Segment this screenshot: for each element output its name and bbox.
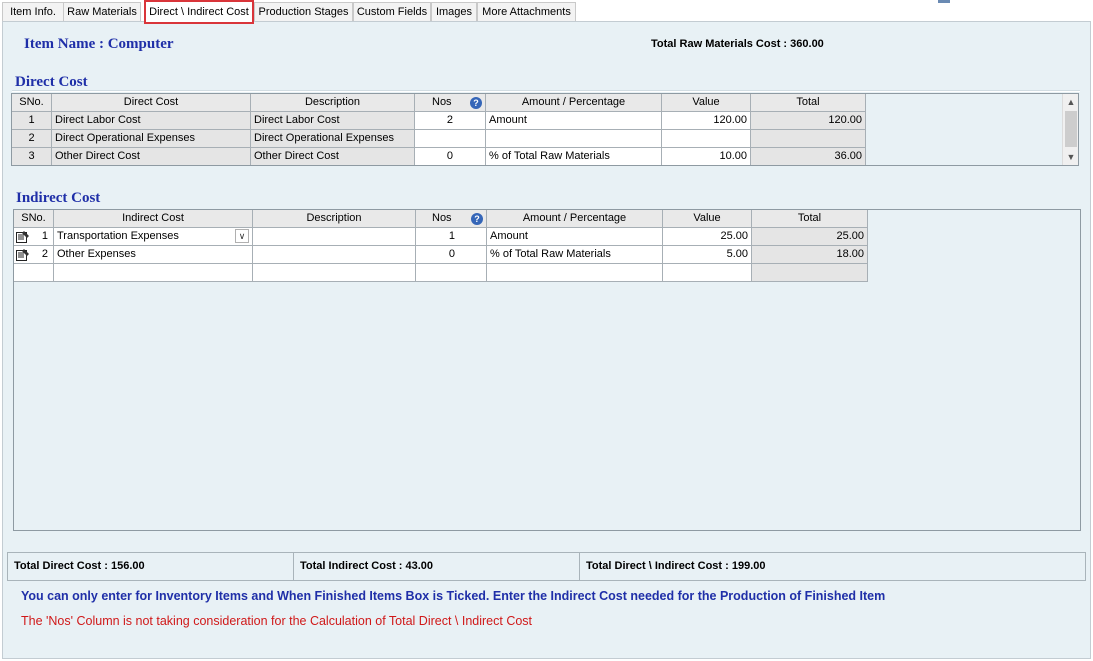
indirect-row-1-total: 25.00 (752, 228, 868, 246)
direct-row-1-value[interactable]: 120.00 (662, 112, 751, 130)
total-indirect-cost: Total Indirect Cost : 43.00 (294, 553, 580, 580)
direct-row-3-value[interactable]: 10.00 (662, 148, 751, 165)
info-note: You can only enter for Inventory Items a… (21, 589, 886, 603)
direct-row-2-value[interactable] (662, 130, 751, 148)
total-raw-materials-cost: Total Raw Materials Cost : 360.00 (651, 38, 824, 50)
chevron-down-icon[interactable]: ∨ (235, 229, 249, 243)
indirect-header-description: Description (253, 210, 416, 228)
direct-header-total: Total (751, 94, 866, 112)
tab-direct-indirect-cost[interactable]: Direct \ Indirect Cost (144, 0, 254, 24)
direct-row-3-cost: Other Direct Cost (52, 148, 251, 165)
edit-row-icon[interactable] (16, 249, 30, 261)
indirect-cost-grid: SNo. Indirect Cost Description Nos ? Amo… (13, 209, 1081, 531)
indirect-row-1-sno-cell[interactable]: 1 (14, 228, 54, 246)
indirect-row-1-cost[interactable]: Transportation Expenses ∨ (54, 228, 253, 246)
direct-row-3-amount-type[interactable]: % of Total Raw Materials (486, 148, 662, 165)
direct-cost-separator (12, 90, 1080, 92)
help-icon[interactable]: ? (470, 97, 482, 109)
indirect-row-2-sno: 2 (41, 248, 48, 260)
direct-header-value: Value (662, 94, 751, 112)
indirect-row-1-nos[interactable]: 1 (416, 228, 487, 246)
direct-header-amount: Amount / Percentage (486, 94, 662, 112)
tab-raw-materials[interactable]: Raw Materials (63, 2, 141, 21)
indirect-row-1-description[interactable] (253, 228, 416, 246)
direct-cost-grid: SNo. Direct Cost Description Nos ? Amoun… (11, 93, 1079, 166)
indirect-new-row-total (752, 264, 868, 282)
direct-cost-title: Direct Cost (15, 74, 88, 90)
indirect-header-value: Value (663, 210, 752, 228)
direct-row-3-sno: 3 (12, 148, 52, 165)
indirect-row-1-value[interactable]: 25.00 (663, 228, 752, 246)
direct-row-2-nos[interactable] (415, 130, 486, 148)
direct-grid-scrollbar[interactable]: ▲ ▼ (1062, 94, 1078, 165)
direct-row-1-total: 120.00 (751, 112, 866, 130)
direct-row-1-amount-type[interactable]: Amount (486, 112, 662, 130)
scroll-down-icon[interactable]: ▼ (1063, 150, 1078, 164)
indirect-new-row-nos[interactable] (416, 264, 487, 282)
help-icon[interactable]: ? (471, 213, 483, 225)
tab-more-attachments[interactable]: More Attachments (477, 2, 576, 21)
direct-row-2-amount-type[interactable] (486, 130, 662, 148)
indirect-new-row-value[interactable] (663, 264, 752, 282)
indirect-row-2-cost[interactable]: Other Expenses (54, 246, 253, 264)
indirect-header-sno: SNo. (14, 210, 54, 228)
total-direct-cost: Total Direct Cost : 156.00 (8, 553, 294, 580)
direct-header-sno: SNo. (12, 94, 52, 112)
indirect-header-total: Total (752, 210, 868, 228)
indirect-header-cost: Indirect Cost (54, 210, 253, 228)
item-name: Item Name : Computer (24, 36, 174, 52)
direct-header-description: Description (251, 94, 415, 112)
direct-row-1-sno: 1 (12, 112, 52, 130)
indirect-row-2-amount-type[interactable]: % of Total Raw Materials (487, 246, 663, 264)
indirect-new-row-cost[interactable] (54, 264, 253, 282)
direct-row-2-total (751, 130, 866, 148)
direct-row-1-cost: Direct Labor Cost (52, 112, 251, 130)
tab-bar: Item Info. Raw Materials Direct \ Indire… (0, 0, 1093, 24)
direct-row-3-description: Other Direct Cost (251, 148, 415, 165)
tab-production-stages[interactable]: Production Stages (254, 2, 353, 21)
direct-row-3-total: 36.00 (751, 148, 866, 165)
scroll-thumb[interactable] (1065, 111, 1077, 147)
warning-note: The 'Nos' Column is not taking considera… (21, 614, 533, 628)
indirect-new-row-sno[interactable] (14, 264, 54, 282)
direct-row-2-sno: 2 (12, 130, 52, 148)
direct-row-2-cost: Direct Operational Expenses (52, 130, 251, 148)
tab-item-info[interactable]: Item Info. (2, 2, 64, 21)
direct-row-3-nos[interactable]: 0 (415, 148, 486, 165)
direct-row-1-nos[interactable]: 2 (415, 112, 486, 130)
indirect-row-1-sno: 1 (41, 230, 48, 242)
indirect-cost-title: Indirect Cost (16, 190, 101, 206)
direct-header-cost: Direct Cost (52, 94, 251, 112)
scroll-up-icon[interactable]: ▲ (1063, 95, 1078, 109)
indirect-new-row-amount-type[interactable] (487, 264, 663, 282)
direct-row-1-description: Direct Labor Cost (251, 112, 415, 130)
tab-custom-fields[interactable]: Custom Fields (353, 2, 431, 21)
indirect-row-1-cost-value: Transportation Expenses (57, 230, 179, 242)
indirect-new-row-description[interactable] (253, 264, 416, 282)
indirect-header-amount: Amount / Percentage (487, 210, 663, 228)
total-direct-indirect-cost: Total Direct \ Indirect Cost : 199.00 (586, 560, 766, 572)
edit-row-icon[interactable] (16, 231, 30, 243)
indirect-row-2-description[interactable] (253, 246, 416, 264)
totals-bar: Total Direct Cost : 156.00 Total Indirec… (7, 552, 1086, 581)
indirect-row-2-value[interactable]: 5.00 (663, 246, 752, 264)
indirect-row-2-nos[interactable]: 0 (416, 246, 487, 264)
tab-images[interactable]: Images (431, 2, 477, 21)
direct-row-2-description: Direct Operational Expenses (251, 130, 415, 148)
indirect-row-2-sno-cell[interactable]: 2 (14, 246, 54, 264)
indirect-row-2-total: 18.00 (752, 246, 868, 264)
indirect-row-1-amount-type[interactable]: Amount (487, 228, 663, 246)
window-edge-icon (938, 0, 950, 3)
